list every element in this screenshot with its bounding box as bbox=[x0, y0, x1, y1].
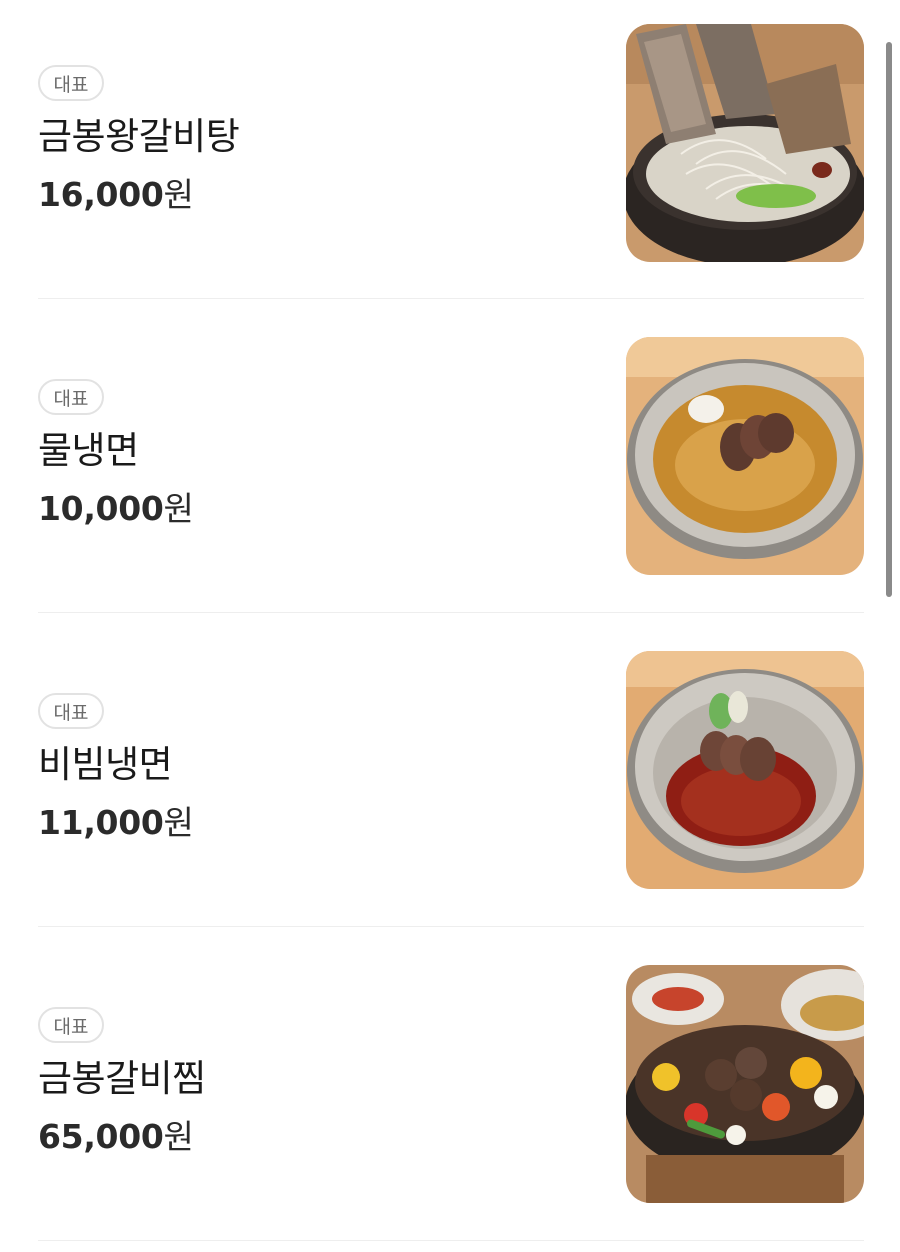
menu-item-name: 금봉왕갈비탕 bbox=[38, 115, 240, 158]
menu-item-name: 비빔냉면 bbox=[38, 743, 173, 786]
menu-item-price: 65,000원 bbox=[38, 1117, 206, 1157]
menu-item-name: 금봉갈비찜 bbox=[38, 1057, 206, 1100]
divider bbox=[38, 1240, 864, 1241]
price-currency: 원 bbox=[163, 1117, 194, 1156]
galbitang-photo[interactable] bbox=[626, 24, 864, 262]
price-amount: 11,000 bbox=[38, 803, 164, 842]
menu-list: 대표 금봉왕갈비탕 16,000원 대표 물냉면 10,000원 대표 비빔냉면… bbox=[38, 0, 864, 1241]
galbijjim-photo[interactable] bbox=[626, 965, 864, 1203]
signature-badge: 대표 bbox=[38, 1007, 104, 1043]
price-currency: 원 bbox=[163, 489, 194, 528]
price-currency: 원 bbox=[163, 803, 194, 842]
menu-item-price: 16,000원 bbox=[38, 175, 239, 215]
signature-badge: 대표 bbox=[38, 65, 104, 101]
menu-item-text: 대표 비빔냉면 11,000원 bbox=[38, 693, 194, 843]
price-currency: 원 bbox=[163, 175, 194, 214]
menu-item-price: 11,000원 bbox=[38, 803, 194, 843]
menu-item-text: 대표 금봉왕갈비탕 16,000원 bbox=[38, 65, 240, 215]
signature-badge: 대표 bbox=[38, 379, 104, 415]
price-amount: 10,000 bbox=[38, 489, 164, 528]
price-amount: 65,000 bbox=[38, 1117, 164, 1156]
menu-item-name: 물냉면 bbox=[38, 429, 139, 472]
bibim-naengmyeon-photo[interactable] bbox=[626, 651, 864, 889]
menu-item[interactable]: 대표 금봉왕갈비탕 16,000원 bbox=[38, 0, 864, 299]
menu-item[interactable]: 대표 금봉갈비찜 65,000원 bbox=[38, 927, 864, 1241]
price-amount: 16,000 bbox=[38, 175, 164, 214]
menu-item[interactable]: 대표 물냉면 10,000원 bbox=[38, 299, 864, 613]
signature-badge: 대표 bbox=[38, 693, 104, 729]
mul-naengmyeon-photo[interactable] bbox=[626, 337, 864, 575]
menu-item-text: 대표 물냉면 10,000원 bbox=[38, 379, 194, 529]
scrollbar[interactable] bbox=[886, 42, 892, 597]
menu-item[interactable]: 대표 비빔냉면 11,000원 bbox=[38, 613, 864, 927]
menu-item-price: 10,000원 bbox=[38, 489, 194, 529]
menu-item-text: 대표 금봉갈비찜 65,000원 bbox=[38, 1007, 206, 1157]
